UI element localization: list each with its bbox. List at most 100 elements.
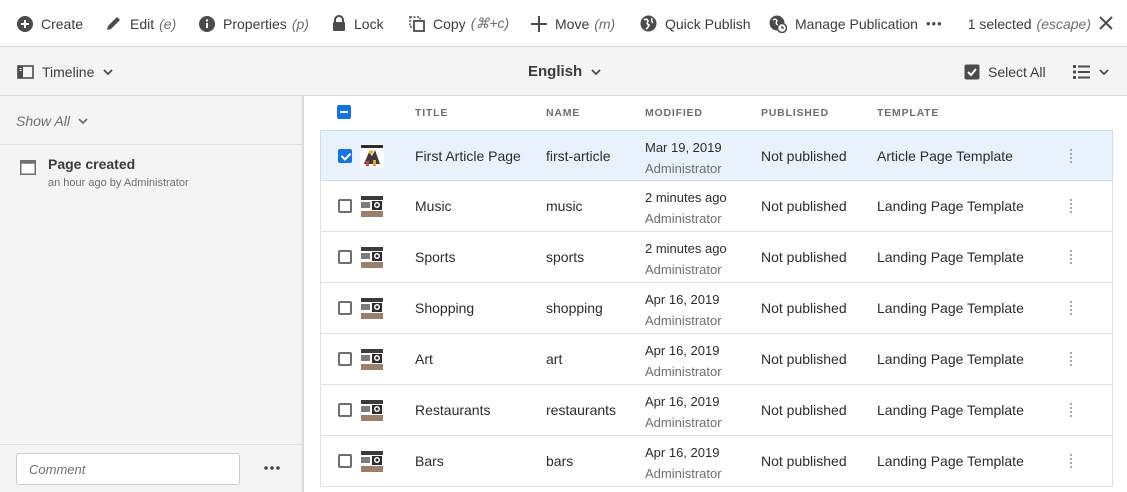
row-title: First Article Page [415,148,521,164]
row-title: Restaurants [415,402,491,418]
drag-handle-icon[interactable] [1068,249,1074,265]
row-checkbox[interactable] [338,403,352,417]
page-list: First Article Page first-article Mar 19,… [320,130,1113,487]
info-icon [199,15,215,32]
table-row[interactable]: Art art Apr 16, 2019 Administrator Not pu… [320,334,1113,385]
chevron-down-icon [78,117,88,124]
create-button[interactable]: Create [17,0,83,47]
drag-handle-icon[interactable] [1068,453,1074,469]
quick-publish-button[interactable]: Quick Publish [640,0,751,47]
row-checkbox[interactable] [338,301,352,315]
table-row[interactable]: Music music 2 minutes ago Administrator N… [320,181,1113,232]
row-title: Sports [415,249,456,265]
edit-shortcut: (e) [159,15,177,32]
select-all-button[interactable]: Select All [964,47,1046,96]
row-modified-date: 2 minutes ago [645,190,727,205]
selection-status: 1 selected (escape) [968,0,1091,47]
header-title[interactable]: TITLE [415,107,448,119]
drag-handle-icon[interactable] [1068,198,1074,214]
row-checkbox[interactable] [338,149,352,163]
chevron-down-icon [103,68,114,75]
row-checkbox[interactable] [338,199,352,213]
row-title: Art [415,351,433,367]
timeline-entry-title: Page created [48,156,136,172]
row-modified-by: Administrator [645,211,722,226]
lock-icon [333,15,345,31]
plus-circle-icon [17,15,33,32]
more-actions-button[interactable]: ••• [926,0,943,47]
timeline-filter[interactable]: Show All [16,96,88,145]
move-button[interactable]: Move (m) [531,0,615,47]
row-template: Landing Page Template [877,453,1024,469]
properties-button[interactable]: Properties (p) [199,0,309,47]
manage-publication-label: Manage Publication [795,15,918,32]
timeline-rail: Show All Page created an hour ago by Adm… [0,96,304,492]
row-name: shopping [546,300,603,316]
landing-thumbnail [360,194,384,218]
row-modified: Apr 16, 2019 Administrator [645,340,722,382]
more-dots-icon [264,466,280,470]
copy-icon [409,15,425,32]
rail-selector-label: Timeline [42,63,95,80]
move-label: Move [555,15,590,32]
rail-selector[interactable]: Timeline [17,47,114,96]
row-name: first-article [546,148,611,164]
close-icon[interactable] [1099,16,1113,30]
row-modified-by: Administrator [645,364,722,379]
row-published: Not published [761,249,847,265]
table-row[interactable]: First Article Page first-article Mar 19,… [320,130,1113,181]
divider [0,144,302,145]
properties-label: Properties [223,15,287,32]
timeline-entry-meta: an hour ago by Administrator [48,177,189,189]
row-modified-date: Apr 16, 2019 [645,445,720,460]
row-modified: Apr 16, 2019 Administrator [645,289,722,331]
select-all-checkbox[interactable] [337,105,351,119]
edit-button[interactable]: Edit (e) [105,0,176,47]
language-selector[interactable]: English [528,47,601,96]
landing-thumbnail [360,449,384,473]
row-title: Music [415,198,452,214]
secondary-toolbar: Timeline English Select All [0,47,1127,96]
comment-more-button[interactable] [262,458,282,478]
row-checkbox[interactable] [338,352,352,366]
copy-shortcut: (⌘+c) [470,15,510,31]
landing-thumbnail [360,347,384,371]
header-name[interactable]: NAME [546,107,580,119]
row-published: Not published [761,351,847,367]
row-checkbox[interactable] [338,454,352,468]
drag-handle-icon[interactable] [1068,300,1074,316]
row-name: restaurants [546,402,617,418]
table-row[interactable]: Shopping shopping Apr 16, 2019 Administra… [320,283,1113,334]
globe-clock-icon [769,15,787,33]
row-modified-date: Apr 16, 2019 [645,292,720,307]
language-label: English [528,63,583,80]
lock-button[interactable]: Lock [332,0,384,47]
header-template[interactable]: TEMPLATE [877,107,939,119]
table-row[interactable]: Sports sports 2 minutes ago Administrator… [320,232,1113,283]
selected-count: 1 selected [967,15,1032,32]
copy-button[interactable]: Copy (⌘+c) [409,0,509,47]
header-published[interactable]: PUBLISHED [761,107,829,119]
list-view: TITLE NAME MODIFIED PUBLISHED TEMPLATE F… [306,96,1127,492]
row-modified-date: Apr 16, 2019 [645,343,720,358]
row-name: bars [546,453,574,469]
row-published: Not published [761,402,847,418]
header-modified[interactable]: MODIFIED [645,107,703,119]
view-switcher[interactable] [1073,47,1109,96]
row-modified-by: Administrator [645,262,722,277]
comment-input[interactable] [16,453,240,485]
landing-thumbnail [360,245,384,269]
chevron-down-icon [1099,68,1109,75]
drag-handle-icon[interactable] [1068,351,1074,367]
row-title: Bars [415,453,444,469]
escape-hint: (escape) [1036,15,1091,32]
drag-handle-icon[interactable] [1068,402,1074,418]
row-checkbox[interactable] [338,250,352,264]
table-row[interactable]: Restaurants restaurants Apr 16, 2019 Admi… [320,385,1113,436]
table-row[interactable]: Bars bars Apr 16, 2019 Administrator Not … [320,436,1113,487]
row-name: art [546,351,563,367]
row-template: Landing Page Template [877,198,1024,214]
drag-handle-icon[interactable] [1068,148,1074,164]
landing-thumbnail [360,398,384,422]
manage-publication-button[interactable]: Manage Publication [769,0,918,47]
